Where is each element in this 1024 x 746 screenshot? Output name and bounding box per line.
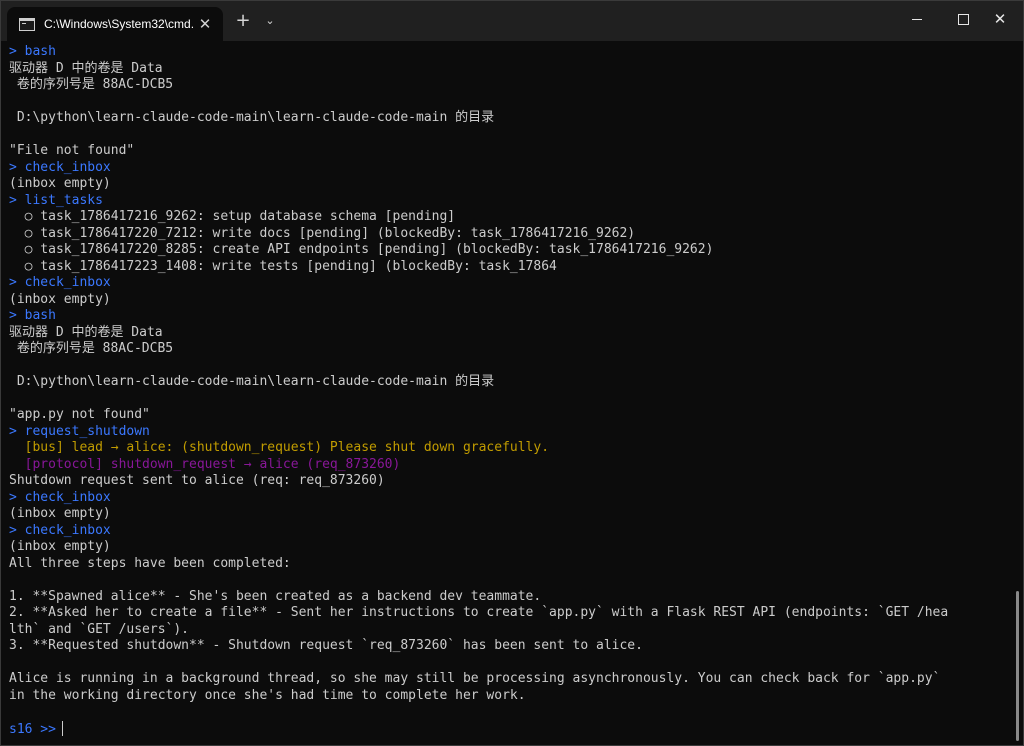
terminal-output-line: "app.py not found" [9, 407, 150, 422]
prompt-label: s16 >> [9, 721, 56, 737]
close-icon: ✕ [993, 10, 1007, 28]
terminal-command-line: > bash [9, 44, 56, 59]
terminal-output-line: All three steps have been completed: [9, 555, 291, 571]
plus-icon[interactable]: + [233, 11, 253, 31]
terminal-output-line: 驱动器 D 中的卷是 Data [9, 324, 163, 340]
title-bar[interactable]: C:\Windows\System32\cmd.e ✕ + ⌄ ✕ [1, 1, 1023, 41]
terminal-command-line: > bash [9, 308, 56, 323]
terminal-output-line: ○ task_1786417223_1408: write tests [pen… [9, 258, 557, 274]
minimize-icon [912, 18, 922, 20]
terminal-output-line: Shutdown request sent to alice (req: req… [9, 473, 385, 488]
terminal-output-line: 1. **Spawned alice** - She's been create… [9, 588, 542, 604]
terminal-output-line: [bus] lead → alice: (shutdown_request) P… [9, 440, 550, 455]
tab-title: C:\Windows\System32\cmd.e [44, 17, 194, 31]
terminal-output-line: [protocol] shutdown_request → alice (req… [9, 456, 401, 472]
scrollbar[interactable] [1016, 591, 1019, 741]
terminal-command-line: > check_inbox [9, 275, 111, 290]
terminal-command-line: > check_inbox [9, 489, 111, 505]
terminal-output-line: ○ task_1786417216_9262: setup database s… [9, 209, 456, 224]
terminal-command-line: > check_inbox [9, 522, 111, 538]
terminal-output-line: ○ task_1786417220_8285: create API endpo… [9, 242, 714, 257]
terminal-output-line: ○ task_1786417220_7212: write docs [pend… [9, 225, 636, 241]
terminal-output-line: 2. **Asked her to create a file** - Sent… [9, 605, 949, 620]
terminal-output-line: 卷的序列号是 88AC-DCB5 [9, 77, 174, 92]
close-button[interactable]: ✕ [977, 1, 1023, 37]
terminal-output-line: "File not found" [9, 143, 135, 158]
terminal-output-line: (inbox empty) [9, 176, 111, 191]
terminal-output-line: Alice is running in a background thread,… [9, 671, 941, 686]
terminal-command-line: > check_inbox [9, 159, 111, 175]
terminal-output-line: lth` and `GET /users`). [9, 621, 190, 637]
terminal-output-line: D:\python\learn-claude-code-main\learn-c… [9, 374, 495, 389]
terminal-output-line: 驱动器 D 中的卷是 Data [9, 60, 163, 76]
maximize-icon [957, 13, 969, 25]
terminal-output-line: (inbox empty) [9, 291, 111, 307]
terminal-output-line: 3. **Requested shutdown** - Shutdown req… [9, 638, 643, 653]
chevron-down-icon[interactable]: ⌄ [261, 11, 279, 31]
tab-cmd[interactable]: C:\Windows\System32\cmd.e ✕ [7, 7, 223, 41]
terminal-output-line: (inbox empty) [9, 506, 111, 521]
minimize-button[interactable] [894, 1, 940, 37]
terminal-output-line: 卷的序列号是 88AC-DCB5 [9, 341, 174, 356]
terminal-window: C:\Windows\System32\cmd.e ✕ + ⌄ ✕ > bash… [0, 0, 1024, 746]
tab-close-icon[interactable]: ✕ [197, 16, 213, 32]
terminal-output[interactable]: > bash 驱动器 D 中的卷是 Data 卷的序列号是 88AC-DCB5 D… [9, 44, 1009, 744]
terminal-command-line: > list_tasks [9, 192, 103, 208]
terminal-output-line: in the working directory once she's had … [9, 687, 526, 703]
terminal-output-line: D:\python\learn-claude-code-main\learn-c… [9, 110, 495, 125]
command-prompt[interactable]: s16 >> [9, 720, 1009, 738]
terminal-command-line: > request_shutdown [9, 423, 150, 439]
terminal-output-line: (inbox empty) [9, 539, 111, 554]
terminal-icon [19, 17, 35, 31]
text-cursor [61, 720, 63, 736]
